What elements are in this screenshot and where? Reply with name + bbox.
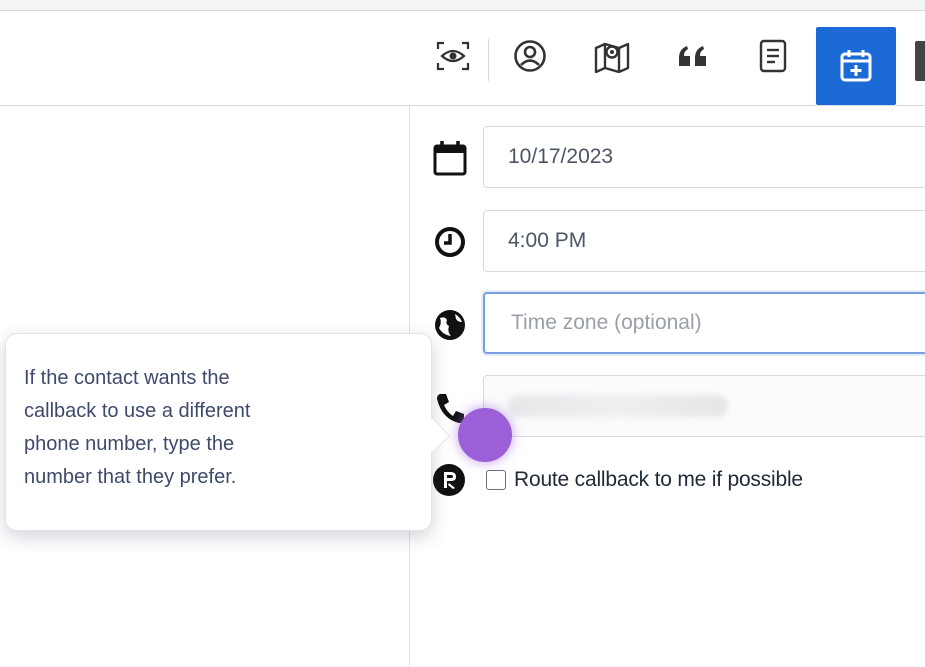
quote-icon: [679, 46, 706, 66]
phone-value-redacted: [508, 395, 728, 417]
notes-button[interactable]: [748, 31, 798, 81]
globe-icon: [430, 305, 470, 345]
map-icon: [594, 42, 630, 73]
quote-button[interactable]: [668, 31, 718, 81]
phone-field[interactable]: [483, 375, 925, 437]
date-value: 10/17/2023: [508, 145, 614, 168]
scan-face-button[interactable]: [428, 31, 478, 81]
time-value: 4:00 PM: [508, 229, 587, 252]
timezone-field[interactable]: [483, 292, 925, 354]
calendar-add-icon: [840, 50, 872, 82]
contact-button[interactable]: [505, 31, 555, 81]
timezone-input[interactable]: [509, 310, 925, 336]
pointer-highlight-dot: [458, 408, 512, 462]
map-button[interactable]: [587, 31, 637, 81]
calendar-icon: [430, 138, 470, 178]
date-field[interactable]: 10/17/2023: [483, 126, 925, 188]
document-icon: [759, 39, 787, 73]
time-field[interactable]: 4:00 PM: [483, 210, 925, 272]
route-callback-label: Route callback to me if possible: [514, 468, 803, 491]
user-circle-icon: [514, 40, 546, 72]
route-callback-row: Route callback to me if possible: [432, 460, 803, 500]
route-callback-checkbox[interactable]: [486, 470, 506, 490]
schedule-callback-button[interactable]: [816, 27, 896, 105]
clock-icon: [430, 222, 470, 262]
toolbar-overflow-edge: [915, 41, 925, 81]
guidance-tooltip: If the contact wants the callback to use…: [5, 333, 432, 531]
window-top-strip: [0, 0, 925, 10]
tooltip-text: If the contact wants the callback to use…: [24, 367, 251, 488]
route-badge-icon: [433, 464, 465, 496]
scan-face-icon: [436, 41, 470, 71]
toolbar: [0, 10, 925, 106]
toolbar-divider: [488, 39, 489, 81]
